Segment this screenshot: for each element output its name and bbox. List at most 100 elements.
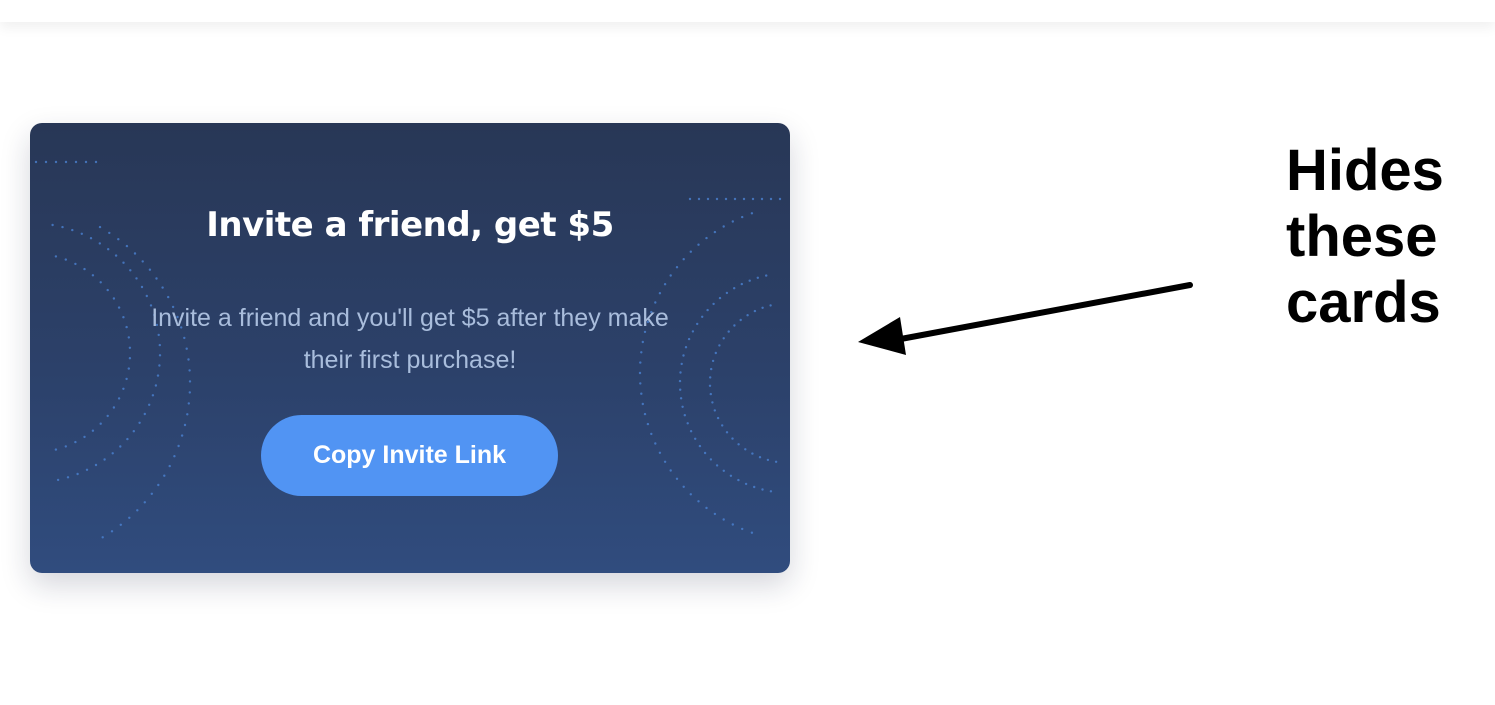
decor-dot [111, 452, 114, 455]
decor-dot [718, 296, 722, 300]
annotation-arrow [858, 282, 1193, 355]
decor-dot [34, 160, 38, 164]
decor-dot [774, 460, 778, 463]
decor-dot [150, 492, 153, 495]
decor-dot [682, 258, 685, 261]
decor-dot [708, 384, 712, 387]
copy-invite-link-button[interactable]: Copy Invite Link [261, 415, 558, 496]
decor-dot [74, 440, 77, 444]
decor-dot [119, 523, 123, 526]
decor-dot [122, 316, 125, 319]
decor-dot [83, 267, 86, 271]
decor-dot [44, 160, 48, 164]
decor-dot [157, 483, 160, 487]
decor-dot [744, 482, 748, 486]
decor-dot [138, 421, 141, 424]
decor-dot [117, 306, 121, 309]
decor-dot [742, 197, 746, 201]
decor-dot [76, 472, 79, 476]
decor-dot [117, 397, 121, 400]
decor-dot [706, 308, 709, 312]
decor-dot [733, 287, 736, 290]
decor-dot [125, 325, 128, 329]
decor-dot [753, 309, 757, 313]
decor-dot [183, 423, 187, 427]
decor-dot [64, 160, 68, 164]
decor-dot [675, 477, 679, 480]
decor-dot [725, 431, 729, 434]
decor-dot [669, 274, 672, 277]
decor-dot [683, 414, 686, 417]
decor-dot [669, 469, 672, 472]
card-title: Invite a friend, get $5 [206, 205, 614, 245]
decor-dot [128, 357, 132, 360]
decor-dot [725, 291, 729, 295]
decor-dot [154, 384, 158, 387]
decor-dot [650, 432, 653, 436]
decor-dot [141, 260, 144, 263]
decor-dot [658, 292, 662, 295]
decor-dot [711, 359, 715, 363]
decor-dot [94, 463, 98, 467]
page: Invite a friend, get $5 Invite a friend … [0, 0, 1495, 705]
decor-dot [682, 354, 685, 357]
decor-dot [710, 367, 713, 371]
decor-dot [740, 282, 743, 286]
decor-dot [701, 315, 704, 318]
decor-dot [110, 530, 114, 533]
decor-dot [112, 406, 116, 409]
decor-dot [128, 516, 131, 519]
decor-dot [119, 445, 122, 448]
decor-dot [114, 254, 118, 257]
decor-dot [737, 443, 740, 446]
decor-dot [143, 412, 146, 416]
decor-dot [769, 490, 773, 493]
top-bar [0, 0, 1495, 22]
decor-dot [698, 444, 702, 448]
decor-dot [751, 452, 754, 455]
card-description: Invite a friend and you'll get $5 after … [151, 304, 669, 374]
decor-dot [722, 337, 725, 340]
decor-dot [688, 197, 692, 201]
decor-dot [727, 330, 730, 333]
decor-dot [682, 485, 685, 488]
decor-dot [684, 346, 688, 349]
decor-dot [733, 324, 736, 327]
decor-dot [724, 197, 728, 201]
decor-dot [716, 416, 720, 420]
decor-dot [715, 464, 719, 467]
decor-dot [758, 456, 762, 459]
decor-dot [715, 197, 719, 201]
decor-dot [751, 197, 755, 201]
decor-dot [187, 402, 190, 405]
decor-dot [640, 392, 643, 395]
arrow-shaft [887, 282, 1193, 344]
decor-dot [696, 322, 699, 326]
decor-dot [737, 478, 740, 482]
decor-dot [765, 274, 768, 277]
decor-dot [705, 506, 708, 510]
decor-dot [643, 412, 647, 416]
decor-dot [691, 330, 695, 333]
decor-dot [722, 518, 725, 521]
decor-dot [186, 413, 189, 416]
decor-dot [188, 391, 191, 394]
decor-dot [722, 469, 725, 472]
decor-dot [746, 314, 749, 317]
decor-dot [686, 422, 689, 425]
decor-dot [64, 258, 67, 261]
decor-dot [709, 392, 712, 396]
decor-dot [753, 485, 756, 489]
decor-dot [778, 197, 782, 201]
decor-dot [750, 531, 754, 534]
decor-dot [729, 474, 733, 477]
decor-dot [663, 460, 667, 463]
decor-dot [744, 448, 747, 451]
decor-dot [680, 362, 683, 366]
decor-dot [761, 488, 764, 491]
decor-dot [731, 523, 734, 526]
decor-dot [132, 430, 135, 433]
decor-dot [681, 405, 684, 408]
decor-dot [654, 442, 657, 445]
decor-dot [74, 160, 78, 164]
